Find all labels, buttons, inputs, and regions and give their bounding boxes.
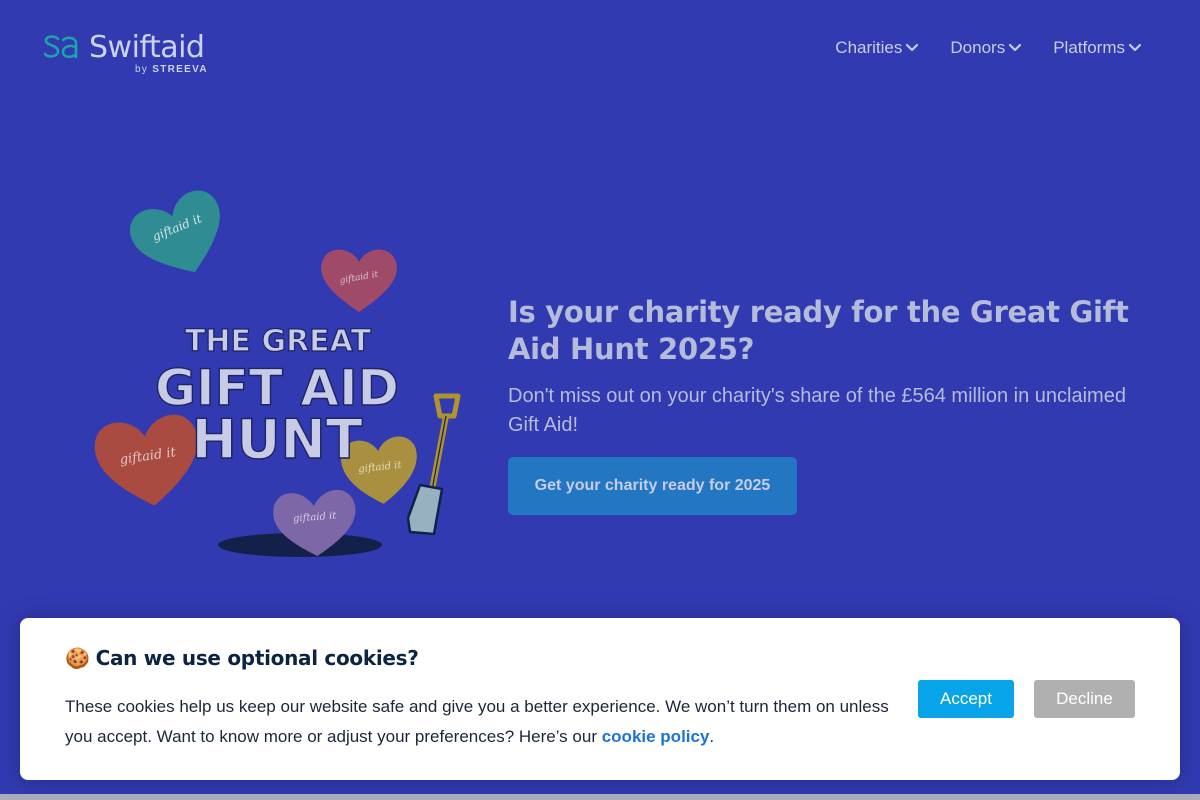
logo-wordmark: Swiftaid xyxy=(89,30,205,65)
swiftaid-logo[interactable]: Swiftaid by STREEVA xyxy=(44,30,214,78)
art-title-line3: HUNT xyxy=(191,408,362,471)
nav-label-charities: Charities xyxy=(835,38,903,57)
get-charity-ready-button[interactable]: Get your charity ready for 2025 xyxy=(508,457,797,515)
accept-cookies-button[interactable]: Accept xyxy=(918,680,1014,718)
nav-label-donors: Donors xyxy=(950,38,1006,57)
hero-subtitle: Don't miss out on your charity's share o… xyxy=(508,385,1126,436)
cookie-description-text: These cookies help us keep our website s… xyxy=(65,697,889,746)
swiftaid-logo-icon xyxy=(44,35,78,59)
heart-icon: giftaid it xyxy=(321,249,397,312)
decline-cookies-button[interactable]: Decline xyxy=(1034,680,1135,718)
chevron-down-icon xyxy=(1128,43,1142,52)
chevron-down-icon xyxy=(1009,43,1022,52)
nav-item-donors[interactable]: Donors xyxy=(950,38,1022,58)
heart-icon: giftaid it xyxy=(94,414,198,506)
nav-label-platforms: Platforms xyxy=(1053,38,1125,57)
cookie-icon: 🍪 xyxy=(65,646,90,670)
cookie-policy-link[interactable]: cookie policy xyxy=(602,727,710,746)
cookie-banner: 🍪 Can we use optional cookies? These coo… xyxy=(20,618,1180,780)
main-nav: Charities Donors Platforms xyxy=(835,38,1142,58)
logo-by: by xyxy=(135,64,149,75)
gift-aid-hunt-illustration: giftaid it giftaid it giftaid it giftaid… xyxy=(94,190,461,557)
nav-item-platforms[interactable]: Platforms xyxy=(1053,38,1142,58)
nav-item-charities[interactable]: Charities xyxy=(835,38,919,58)
page-bottom-strip xyxy=(0,794,1200,800)
chevron-down-icon xyxy=(906,43,919,52)
cookie-description-end: . xyxy=(709,726,715,746)
art-title-line1: THE GREAT xyxy=(185,324,372,359)
logo-company: STREEVA xyxy=(152,64,208,75)
cookie-banner-title: 🍪 Can we use optional cookies? xyxy=(65,646,419,670)
heart-icon: giftaid it xyxy=(130,190,220,273)
cookie-description: These cookies help us keep our website s… xyxy=(65,692,895,751)
cookie-title-text: Can we use optional cookies? xyxy=(95,646,419,670)
logo-tagline: by STREEVA xyxy=(135,64,208,75)
hero-title: Is your charity ready for the Great Gift… xyxy=(508,295,1129,366)
